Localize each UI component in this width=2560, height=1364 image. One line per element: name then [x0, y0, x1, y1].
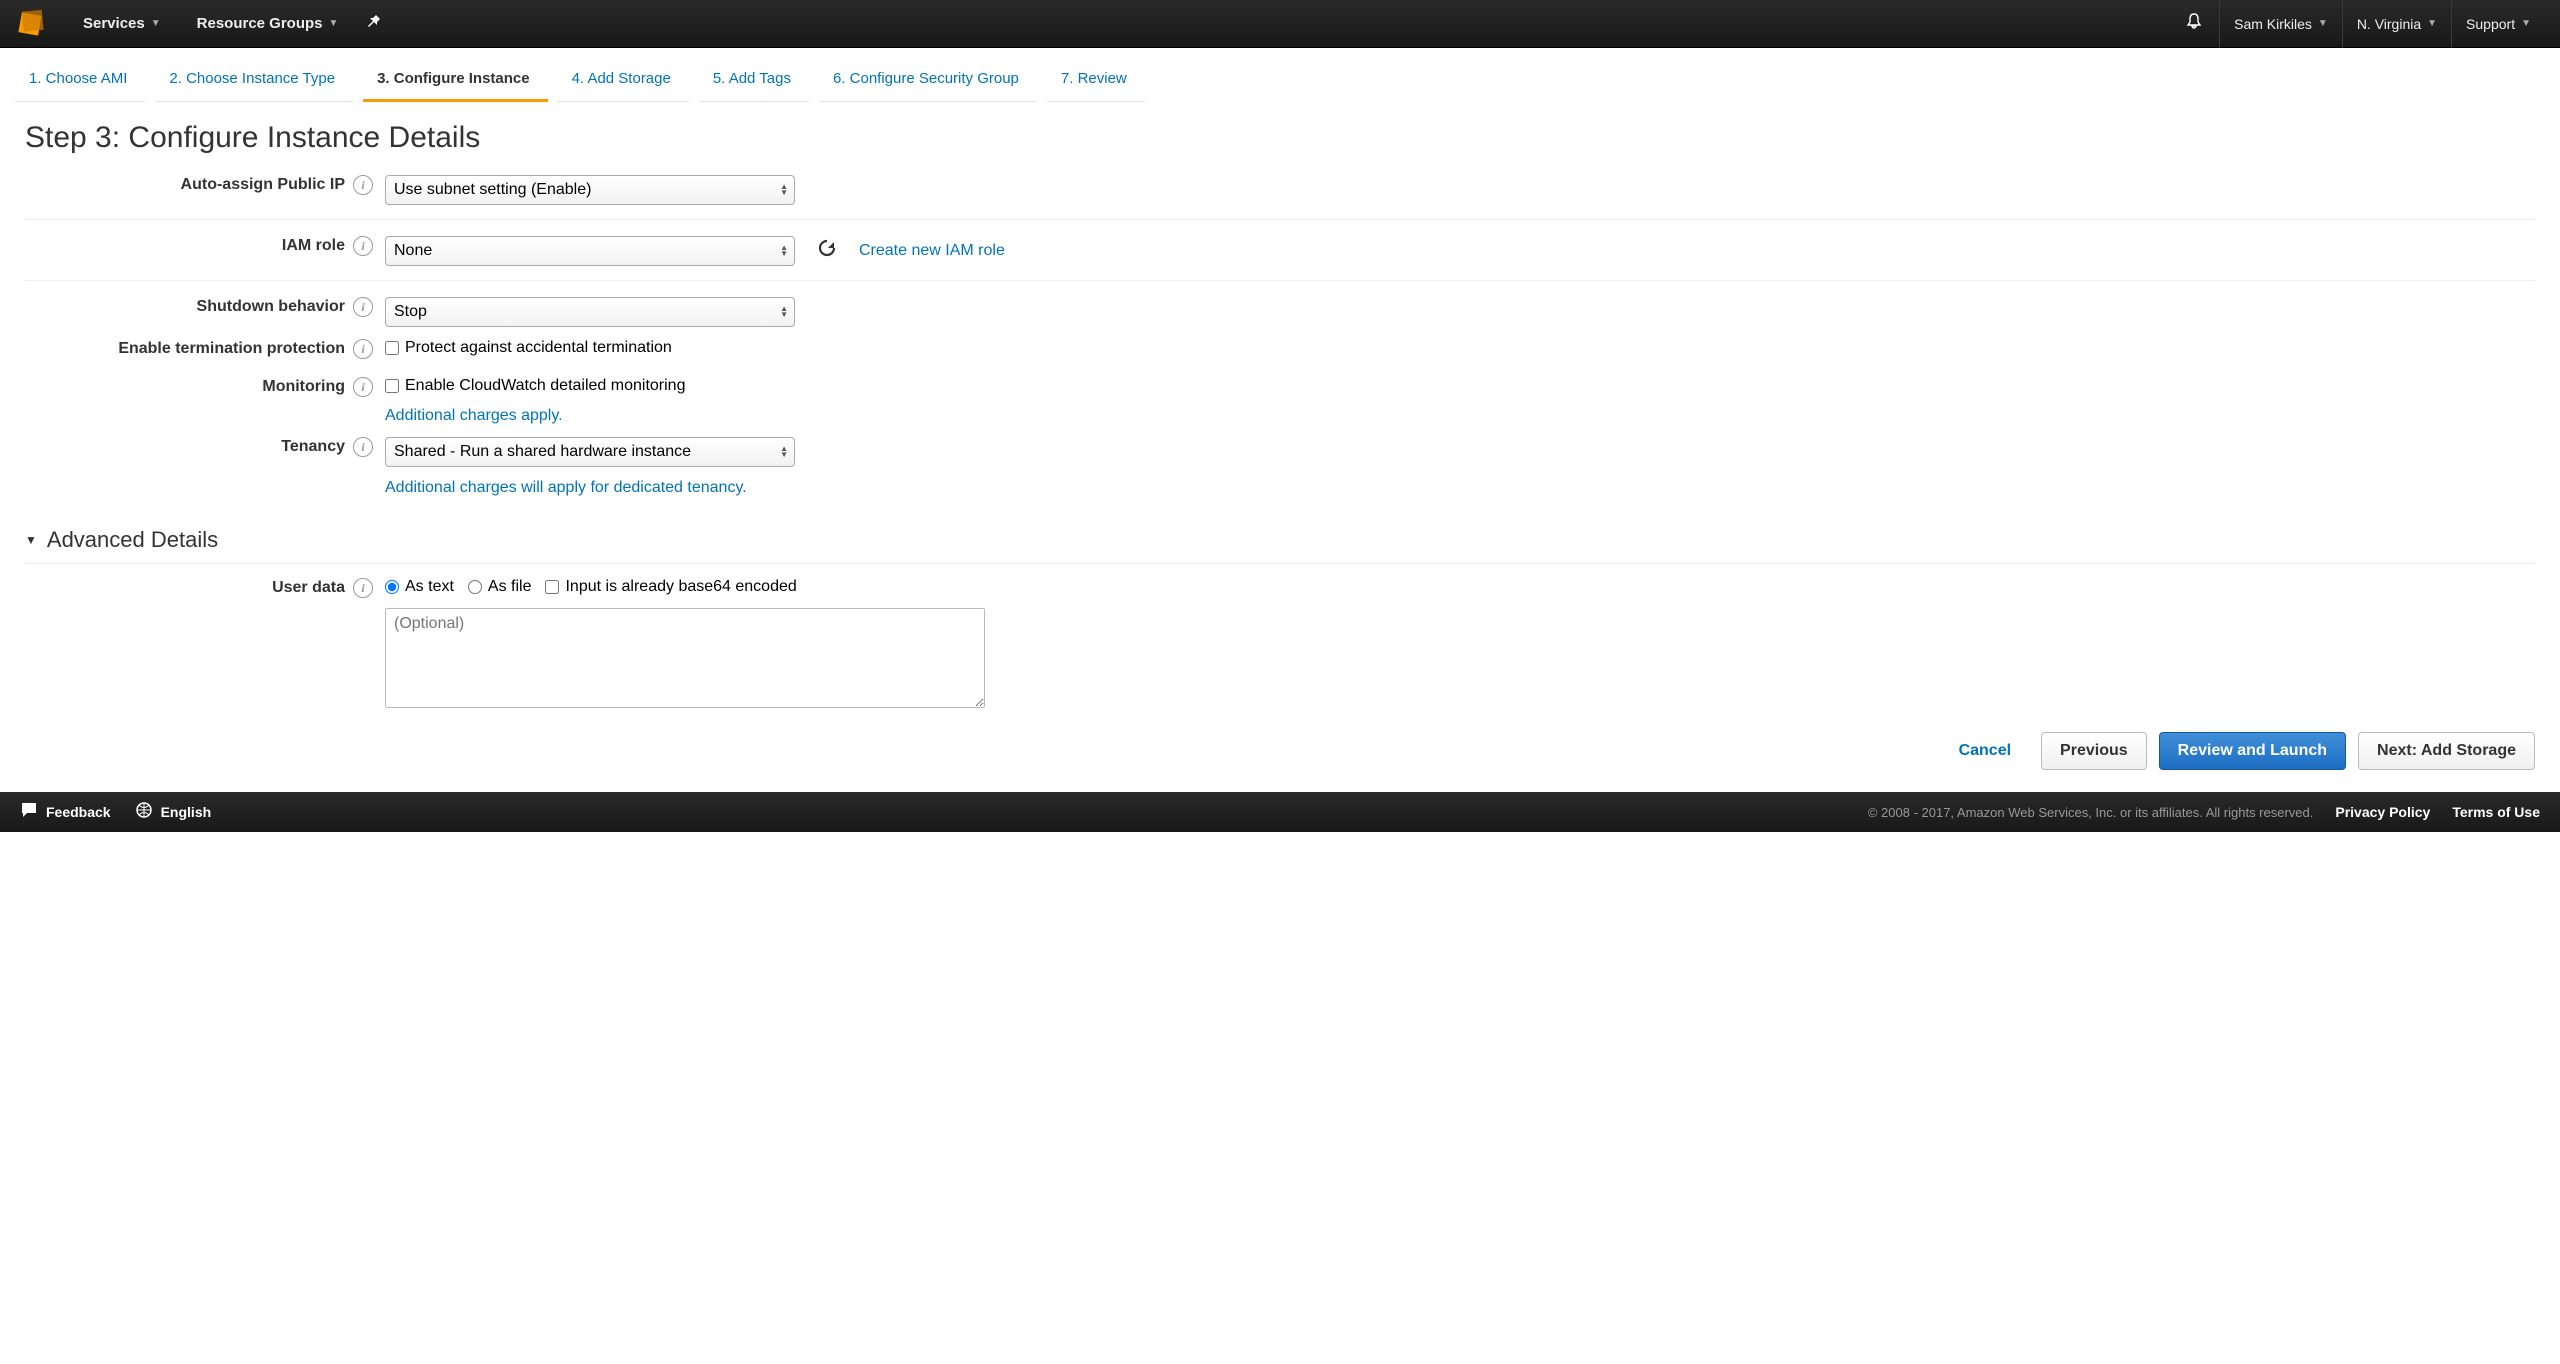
- row-auto-assign-ip: Auto-assign Public IP i Use subnet setti…: [25, 169, 2535, 220]
- user-data-as-file-radio[interactable]: [468, 580, 482, 594]
- term-protect-check-label: Protect against accidental termination: [405, 339, 672, 357]
- user-data-as-file-label: As file: [488, 578, 532, 596]
- tenancy-value: Shared - Run a shared hardware instance: [394, 443, 691, 461]
- support-menu[interactable]: Support ▼: [2451, 0, 2545, 48]
- auto-assign-ip-label: Auto-assign Public IP: [181, 176, 345, 194]
- iam-role-value: None: [394, 242, 432, 260]
- info-icon[interactable]: i: [353, 437, 373, 457]
- info-icon[interactable]: i: [353, 297, 373, 317]
- info-icon[interactable]: i: [353, 175, 373, 195]
- language-link[interactable]: English: [135, 801, 212, 824]
- stepper-icon: ▲▼: [780, 245, 788, 257]
- monitoring-checkbox[interactable]: [385, 379, 399, 393]
- row-tenancy: Tenancy i Shared - Run a shared hardware…: [25, 431, 2535, 503]
- tab-choose-instance-type[interactable]: 2. Choose Instance Type: [155, 60, 353, 102]
- region-label: N. Virginia: [2357, 16, 2421, 32]
- row-termination-protection: Enable termination protection i Protect …: [25, 333, 2535, 371]
- monitoring-note-link[interactable]: Additional charges apply.: [385, 407, 563, 425]
- shutdown-select[interactable]: Stop ▲▼: [385, 297, 795, 327]
- auto-assign-ip-select[interactable]: Use subnet setting (Enable) ▲▼: [385, 175, 795, 205]
- iam-role-label: IAM role: [282, 237, 345, 255]
- user-data-base64-checkbox[interactable]: [545, 580, 559, 594]
- top-nav-right: Sam Kirkiles ▼ N. Virginia ▼ Support ▼: [2169, 0, 2545, 48]
- monitoring-label: Monitoring: [262, 378, 345, 396]
- chevron-down-icon: ▼: [2427, 18, 2437, 29]
- user-menu[interactable]: Sam Kirkiles ▼: [2219, 0, 2342, 48]
- privacy-link[interactable]: Privacy Policy: [2335, 804, 2430, 820]
- user-data-as-text-radio[interactable]: [385, 580, 399, 594]
- tab-add-tags[interactable]: 5. Add Tags: [699, 60, 809, 102]
- chevron-down-icon: ▼: [151, 18, 161, 29]
- resource-groups-menu[interactable]: Resource Groups ▼: [179, 0, 357, 48]
- stepper-icon: ▲▼: [780, 446, 788, 458]
- tenancy-select[interactable]: Shared - Run a shared hardware instance …: [385, 437, 795, 467]
- page-content: Step 3: Configure Instance Details Auto-…: [0, 103, 2560, 714]
- refresh-icon[interactable]: [817, 238, 837, 264]
- auto-assign-ip-value: Use subnet setting (Enable): [394, 181, 591, 199]
- term-protect-checkbox[interactable]: [385, 341, 399, 355]
- speech-bubble-icon: [20, 801, 38, 824]
- user-data-base64-label: Input is already base64 encoded: [565, 578, 796, 596]
- pin-icon[interactable]: [366, 13, 382, 34]
- user-label: Sam Kirkiles: [2234, 16, 2312, 32]
- info-icon[interactable]: i: [353, 377, 373, 397]
- user-data-as-text-label: As text: [405, 578, 454, 596]
- globe-icon: [135, 801, 153, 824]
- services-label: Services: [83, 15, 145, 32]
- advanced-details-title: Advanced Details: [47, 527, 218, 553]
- advanced-details-toggle[interactable]: ▼ Advanced Details: [25, 527, 2535, 564]
- tab-choose-ami[interactable]: 1. Choose AMI: [15, 60, 145, 102]
- aws-logo-icon[interactable]: [15, 9, 45, 39]
- monitoring-check-label: Enable CloudWatch detailed monitoring: [405, 377, 685, 395]
- tab-review[interactable]: 7. Review: [1047, 60, 1145, 102]
- shutdown-label: Shutdown behavior: [197, 298, 345, 316]
- language-label: English: [161, 804, 212, 820]
- row-monitoring: Monitoring i Enable CloudWatch detailed …: [25, 371, 2535, 431]
- chevron-down-icon: ▼: [2318, 18, 2328, 29]
- page-title: Step 3: Configure Instance Details: [25, 121, 2535, 155]
- row-user-data: User data i As text As file Input is alr…: [25, 572, 2535, 714]
- services-menu[interactable]: Services ▼: [65, 0, 179, 48]
- info-icon[interactable]: i: [353, 236, 373, 256]
- footer-buttons: Cancel Previous Review and Launch Next: …: [0, 714, 2560, 792]
- iam-role-select[interactable]: None ▲▼: [385, 236, 795, 266]
- user-data-textarea[interactable]: [385, 608, 985, 708]
- stepper-icon: ▲▼: [780, 306, 788, 318]
- bell-icon[interactable]: [2169, 12, 2219, 35]
- top-nav: Services ▼ Resource Groups ▼ Sam Kirkile…: [0, 0, 2560, 48]
- stepper-icon: ▲▼: [780, 184, 788, 196]
- tenancy-note-link[interactable]: Additional charges will apply for dedica…: [385, 479, 747, 497]
- shutdown-value: Stop: [394, 303, 427, 321]
- support-label: Support: [2466, 16, 2515, 32]
- info-icon[interactable]: i: [353, 339, 373, 359]
- row-shutdown: Shutdown behavior i Stop ▲▼: [25, 291, 2535, 333]
- next-button[interactable]: Next: Add Storage: [2358, 732, 2535, 770]
- row-iam-role: IAM role i None ▲▼ Create new IAM role: [25, 230, 2535, 281]
- resource-groups-label: Resource Groups: [197, 15, 323, 32]
- create-iam-role-link[interactable]: Create new IAM role: [859, 242, 1005, 260]
- copyright-text: © 2008 - 2017, Amazon Web Services, Inc.…: [1868, 805, 2314, 820]
- user-data-label: User data: [272, 579, 345, 597]
- info-icon[interactable]: i: [353, 578, 373, 598]
- bottom-footer: Feedback English © 2008 - 2017, Amazon W…: [0, 792, 2560, 832]
- tab-security-group[interactable]: 6. Configure Security Group: [819, 60, 1037, 102]
- wizard-tabs: 1. Choose AMI 2. Choose Instance Type 3.…: [0, 48, 2560, 103]
- tab-add-storage[interactable]: 4. Add Storage: [558, 60, 689, 102]
- terms-link[interactable]: Terms of Use: [2452, 804, 2540, 820]
- feedback-link[interactable]: Feedback: [20, 801, 111, 824]
- tenancy-label: Tenancy: [281, 438, 345, 456]
- triangle-down-icon: ▼: [25, 533, 37, 547]
- chevron-down-icon: ▼: [329, 18, 339, 29]
- review-launch-button[interactable]: Review and Launch: [2159, 732, 2346, 770]
- region-menu[interactable]: N. Virginia ▼: [2342, 0, 2451, 48]
- cancel-button[interactable]: Cancel: [1941, 732, 2029, 770]
- term-protect-label: Enable termination protection: [118, 340, 345, 358]
- tab-configure-instance[interactable]: 3. Configure Instance: [363, 60, 548, 102]
- chevron-down-icon: ▼: [2521, 18, 2531, 29]
- top-nav-left: Services ▼ Resource Groups ▼: [15, 0, 382, 48]
- feedback-label: Feedback: [46, 804, 111, 820]
- previous-button[interactable]: Previous: [2041, 732, 2147, 770]
